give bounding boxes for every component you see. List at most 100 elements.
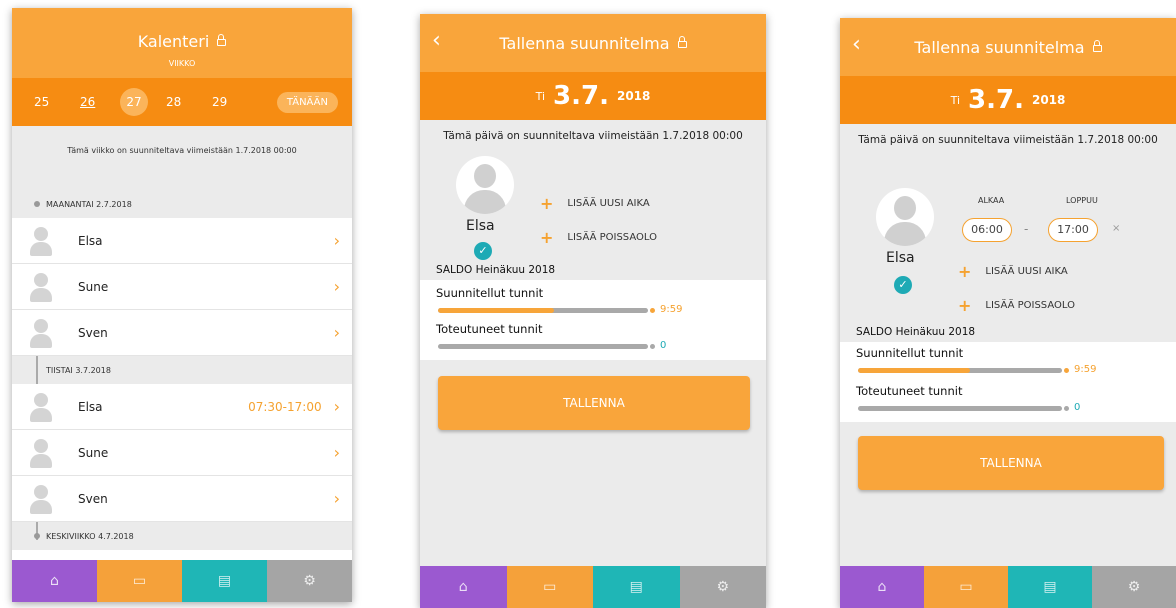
timeline-dot	[34, 533, 40, 539]
list-item[interactable]: Sune ›	[12, 264, 352, 310]
shift-time: 07:30-17:00	[248, 399, 322, 414]
save-button[interactable]: TALLENNA	[438, 376, 750, 430]
chevron-right-icon: ›	[333, 397, 340, 416]
day-header: KESKIVIIKKO 4.7.2018	[12, 522, 352, 550]
save-plan-screen: ‹ Tallenna suunnitelma Ti 3.7. 2018 Tämä…	[420, 14, 766, 608]
remove-time-icon[interactable]: ×	[1112, 223, 1120, 234]
start-time-input[interactable]: 06:00	[962, 218, 1012, 242]
check-icon: ✓	[474, 242, 492, 260]
week-29[interactable]: 29	[212, 95, 258, 109]
add-time-button[interactable]: + LISÄÄ UUSI AIKA	[958, 262, 1068, 281]
planned-hours-value: 9:59	[660, 304, 683, 315]
tab-bar: ⌂ ▭ ▤ ⚙	[840, 566, 1176, 608]
tab-settings[interactable]: ⚙	[267, 560, 352, 602]
employee-name: Elsa	[886, 250, 915, 266]
list-item[interactable]: Sven ›	[12, 310, 352, 356]
calendar-icon: ▭	[543, 579, 557, 595]
saldo-label: SALDO Heinäkuu 2018	[856, 326, 976, 338]
date-bar: Ti 3.7. 2018	[420, 72, 766, 120]
actual-hours-label: Toteutuneet tunnit	[856, 384, 963, 398]
save-button[interactable]: TALLENNA	[858, 436, 1164, 490]
actual-hours-value: 0	[660, 340, 667, 351]
home-icon: ⌂	[50, 573, 59, 589]
chevron-right-icon: ›	[333, 489, 340, 508]
message-icon: ▤	[629, 579, 643, 595]
home-icon: ⌂	[877, 579, 887, 595]
tab-messages[interactable]: ▤	[1008, 566, 1092, 608]
list-item[interactable]: Elsa ›	[12, 218, 352, 264]
actual-hours-value: 0	[1074, 402, 1081, 413]
chevron-right-icon: ›	[333, 277, 340, 296]
back-icon[interactable]: ‹	[432, 28, 441, 53]
message-icon: ▤	[1043, 579, 1057, 595]
tab-calendar[interactable]: ▭	[924, 566, 1008, 608]
add-absence-button[interactable]: + LISÄÄ POISSAOLO	[540, 228, 657, 247]
time-separator: -	[1024, 222, 1029, 236]
end-time-input[interactable]: 17:00	[1048, 218, 1098, 242]
planned-hours-fill	[858, 368, 971, 373]
gear-icon: ⚙	[1127, 579, 1141, 595]
bar-dot	[650, 344, 655, 349]
list-item[interactable]: Sven ›	[12, 476, 352, 522]
plan-header: ‹ Tallenna suunnitelma	[420, 14, 766, 72]
tab-settings[interactable]: ⚙	[679, 566, 766, 608]
tab-home[interactable]: ⌂	[840, 566, 924, 608]
actual-hours-bar	[858, 406, 1062, 411]
planned-hours-bar	[858, 368, 1062, 373]
today-button[interactable]: TÄNÄÄN	[276, 91, 338, 113]
message-icon: ▤	[217, 573, 232, 589]
avatar	[28, 272, 54, 302]
save-plan-screen-with-time: ‹ Tallenna suunnitelma Ti 3.7. 2018 Tämä…	[840, 18, 1176, 608]
tab-bar: ⌂ ▭ ▤ ⚙	[12, 560, 352, 602]
plus-icon: +	[958, 262, 972, 281]
list-item[interactable]: Elsa 07:30-17:00 ›	[12, 384, 352, 430]
list-item[interactable]: Sune ›	[12, 430, 352, 476]
planned-hours-bar	[438, 308, 648, 313]
week-deadline-notice: Tämä viikko on suunniteltava viimeistään…	[67, 146, 297, 155]
avatar	[28, 392, 54, 422]
add-time-button[interactable]: + LISÄÄ UUSI AIKA	[540, 194, 650, 213]
lock-icon[interactable]	[677, 36, 687, 48]
week-27[interactable]: 27	[120, 88, 148, 116]
calendar-screen: Kalenteri VIIKKO 25 26 27 28 29 TÄNÄÄN T…	[12, 8, 352, 602]
tab-home[interactable]: ⌂	[12, 560, 97, 602]
home-icon: ⌂	[458, 579, 468, 595]
plus-icon: +	[540, 194, 554, 213]
avatar	[28, 438, 54, 468]
bar-dot	[1064, 368, 1069, 373]
plus-icon: +	[958, 296, 972, 315]
actual-hours-label: Toteutuneet tunnit	[436, 322, 543, 336]
planned-hours-label: Suunnitellut tunnit	[856, 346, 964, 360]
add-absence-button[interactable]: + LISÄÄ POISSAOLO	[958, 296, 1075, 315]
plan-header: ‹ Tallenna suunnitelma	[840, 18, 1176, 76]
lock-icon[interactable]	[217, 34, 227, 46]
employee-name: Elsa	[466, 218, 495, 234]
week-label: VIIKKO	[168, 59, 196, 68]
day-header: MAANANTAI 2.7.2018	[12, 190, 352, 218]
tab-settings[interactable]: ⚙	[1092, 566, 1176, 608]
page-title: Tallenna suunnitelma	[914, 38, 1085, 57]
chevron-right-icon: ›	[333, 231, 340, 250]
day-deadline-notice: Tämä päivä on suunniteltava viimeistään …	[443, 130, 743, 142]
tab-calendar[interactable]: ▭	[506, 566, 593, 608]
day-deadline-notice: Tämä päivä on suunniteltava viimeistään …	[858, 134, 1158, 146]
week-25[interactable]: 25	[34, 95, 80, 109]
lock-icon[interactable]	[1092, 40, 1102, 52]
tab-messages[interactable]: ▤	[593, 566, 680, 608]
week-28[interactable]: 28	[166, 95, 212, 109]
bar-dot	[1064, 406, 1069, 411]
chevron-right-icon: ›	[333, 443, 340, 462]
tab-calendar[interactable]: ▭	[97, 560, 182, 602]
check-icon: ✓	[894, 276, 912, 294]
planned-hours-value: 9:59	[1074, 364, 1097, 375]
start-label: ALKAA	[978, 196, 1005, 205]
saldo-label: SALDO Heinäkuu 2018	[436, 264, 556, 276]
calendar-icon: ▭	[132, 573, 147, 589]
timeline-dot	[34, 201, 40, 207]
back-icon[interactable]: ‹	[852, 32, 861, 57]
tab-messages[interactable]: ▤	[182, 560, 267, 602]
avatar	[28, 484, 54, 514]
tab-home[interactable]: ⌂	[420, 566, 507, 608]
avatar	[28, 226, 54, 256]
page-title: Kalenteri	[137, 32, 210, 51]
